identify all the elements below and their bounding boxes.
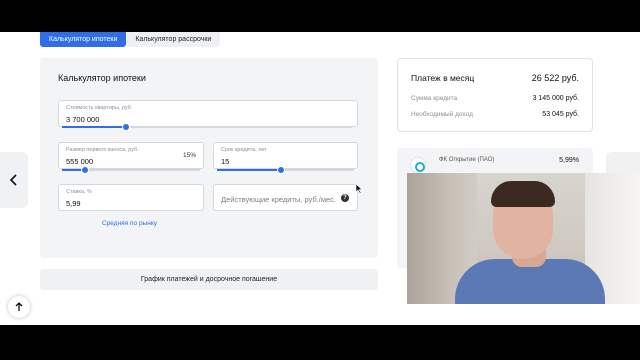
- bank-rate: 5,99%: [559, 157, 579, 164]
- arrow-up-icon: [15, 302, 23, 311]
- calculator-tabs: Калькулятор ипотеки Калькулятор рассрочк…: [40, 32, 221, 47]
- tab-installment[interactable]: Калькулятор рассрочки: [126, 32, 221, 47]
- monthly-payment-row: Платеж в месяц 26 522 руб.: [411, 73, 579, 83]
- bank-logo-icon: [410, 157, 426, 173]
- term-slider[interactable]: [217, 166, 354, 174]
- loan-amount-value: 3 145 000 руб.: [532, 95, 579, 102]
- mouse-cursor-icon: [356, 184, 363, 194]
- rate-field[interactable]: Ставка, % 5,99: [58, 184, 204, 211]
- prev-button[interactable]: [0, 152, 28, 208]
- required-income-value: 53 045 руб.: [542, 111, 579, 118]
- down-payment-slider[interactable]: [62, 166, 200, 174]
- tab-mortgage[interactable]: Калькулятор ипотеки: [40, 32, 127, 47]
- price-value: 3 700 000: [66, 115, 100, 124]
- term-value: 15: [221, 157, 230, 166]
- webcam-overlay: [407, 173, 640, 304]
- price-field[interactable]: Стоимость квартиры, руб. 3 700 000: [58, 100, 358, 127]
- term-slider-thumb[interactable]: [277, 166, 286, 174]
- rate-label: Ставка, %: [66, 189, 92, 195]
- monthly-payment-value: 26 522 руб.: [531, 73, 579, 83]
- chevron-left-icon: [9, 174, 17, 186]
- down-payment-percent: 15%: [182, 152, 196, 159]
- loan-amount-row: Сумма кредита 3 145 000 руб.: [411, 95, 579, 102]
- down-payment-field[interactable]: Размер первого взноса, руб. 555 000 15%: [58, 142, 204, 169]
- term-slider-fill: [217, 169, 282, 171]
- monthly-payment-label: Платеж в месяц: [411, 73, 475, 83]
- price-label: Стоимость квартиры, руб.: [66, 105, 133, 111]
- existing-loans-placeholder: Действующие кредиты, руб./мес.: [221, 195, 336, 204]
- required-income-label: Необходимый доход: [411, 111, 473, 118]
- payment-schedule-button[interactable]: График платежей и досрочное погашение: [40, 269, 378, 290]
- calculator-title: Калькулятор ипотеки: [58, 73, 146, 83]
- down-payment-value: 555 000: [66, 157, 94, 166]
- term-field[interactable]: Срок кредита, лет 15: [213, 142, 358, 169]
- term-label: Срок кредита, лет: [221, 147, 267, 153]
- existing-loans-field[interactable]: Действующие кредиты, руб./мес. ?: [213, 184, 358, 211]
- rate-value: 5,99: [66, 199, 81, 208]
- price-slider-fill: [62, 126, 126, 128]
- scroll-top-button[interactable]: [8, 296, 30, 318]
- help-icon[interactable]: ?: [341, 194, 349, 202]
- bank-name: ФК Открытие (ПАО): [439, 157, 495, 163]
- calculator-panel: Калькулятор ипотеки Стоимость квартиры, …: [40, 58, 378, 258]
- presenter-hair: [491, 181, 555, 207]
- down-payment-label: Размер первого взноса, руб.: [66, 147, 139, 153]
- payment-summary-card: Платеж в месяц 26 522 руб. Сумма кредита…: [397, 58, 593, 132]
- required-income-row: Необходимый доход 53 045 руб.: [411, 111, 579, 118]
- down-payment-slider-thumb[interactable]: [81, 166, 90, 174]
- loan-amount-label: Сумма кредита: [411, 95, 458, 102]
- market-average-link[interactable]: Средняя по рынку: [102, 220, 157, 227]
- price-slider-thumb[interactable]: [121, 123, 130, 131]
- price-slider[interactable]: [62, 123, 352, 131]
